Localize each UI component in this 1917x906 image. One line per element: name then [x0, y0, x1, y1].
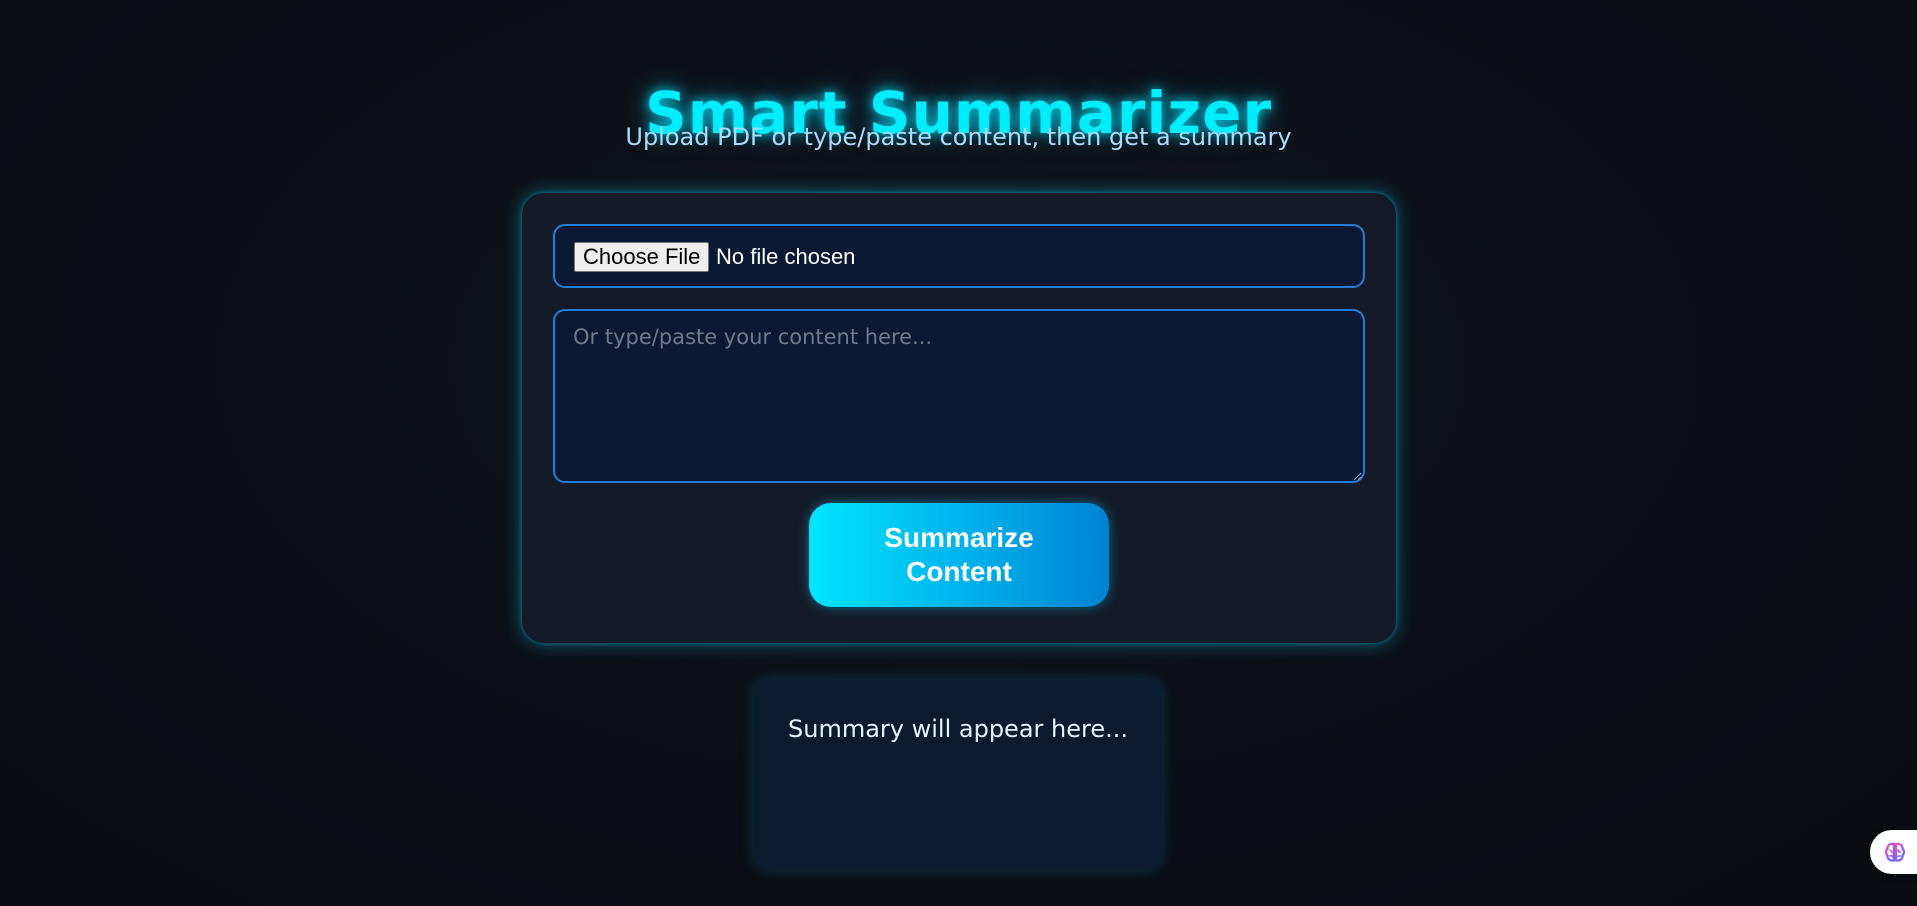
input-card: Choose File No file chosen Summarize Con… — [522, 193, 1396, 643]
assistant-widget-button[interactable] — [1870, 830, 1917, 874]
resize-handle-icon[interactable] — [1352, 471, 1362, 481]
brain-icon — [1884, 842, 1906, 862]
choose-file-button[interactable]: Choose File — [574, 242, 710, 272]
file-status-text: No file chosen — [716, 244, 856, 269]
page-subtitle: Upload PDF or type/paste content, then g… — [625, 123, 1292, 151]
content-textarea[interactable] — [553, 309, 1365, 483]
summarize-button[interactable]: Summarize Content — [809, 503, 1109, 607]
summary-output: Summary will appear here... — [754, 680, 1162, 870]
file-upload-field[interactable]: Choose File No file chosen — [553, 224, 1365, 288]
summary-text: Summary will appear here... — [788, 715, 1128, 743]
